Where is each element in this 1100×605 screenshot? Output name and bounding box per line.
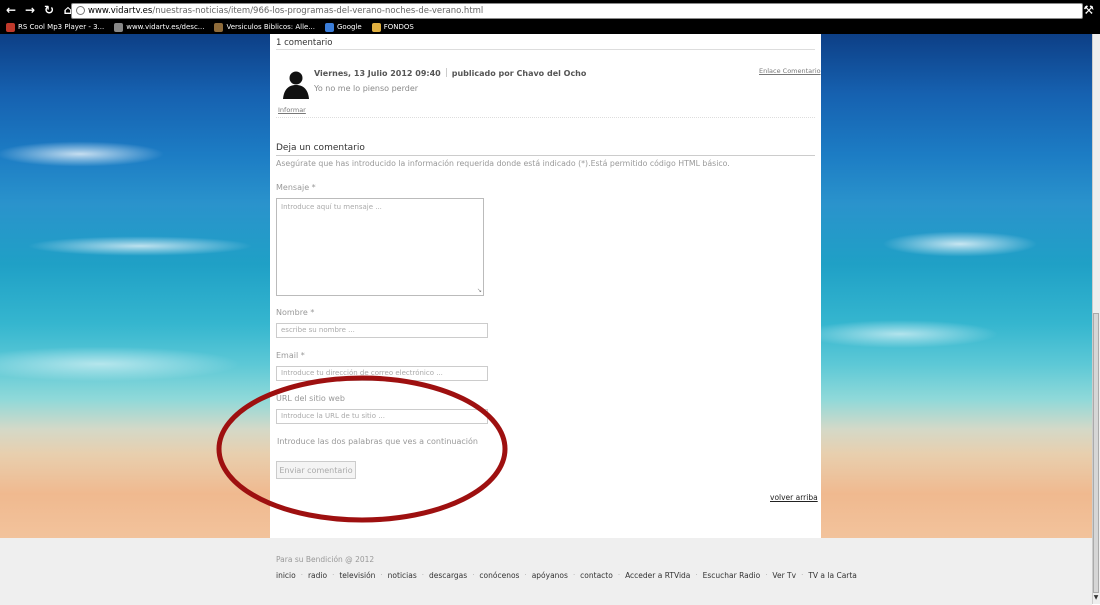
nav-separator: · [421, 571, 424, 579]
comment-text: Yo no me lo pienso perder [314, 84, 419, 93]
bookmark-label: Google [337, 23, 362, 31]
nav-separator: · [332, 571, 335, 579]
message-label: Mensaje * [276, 183, 316, 192]
name-label: Nombre * [276, 308, 315, 317]
footer-nav-item[interactable]: descargas [429, 571, 467, 580]
copyright: Para su Bendición @ 2012 [276, 555, 375, 564]
footer-nav-item[interactable]: Ver Tv [772, 571, 796, 580]
footer-nav-item[interactable]: Acceder a RTVida [625, 571, 690, 580]
bookmark-item[interactable]: RS Cool Mp3 Player - 3... [6, 22, 105, 32]
bookmark-item[interactable]: FONDOS [371, 22, 414, 32]
scroll-down-arrow-icon[interactable]: ▼ [1093, 594, 1099, 602]
footer-nav: inicio · radio · televisión · noticias · descarg… [276, 571, 857, 580]
scrollbar-thumb[interactable] [1093, 313, 1099, 593]
bookmark-label: Versiculos Biblicos: Alle... [226, 23, 315, 31]
comment-author-prefix: publicado por [451, 69, 514, 78]
footer-nav-item[interactable]: noticias [388, 571, 417, 580]
nav-separator: · [801, 571, 804, 579]
nav-separator: · [380, 571, 383, 579]
comment-meta: Viernes, 13 Julio 2012 09:40 publicado po… [314, 68, 586, 78]
url-label: URL del sitio web [276, 394, 345, 403]
report-link[interactable]: Informar [278, 106, 306, 114]
name-input[interactable]: escribe su nombre ... [276, 323, 488, 338]
footer-nav-item[interactable]: inicio [276, 571, 296, 580]
bookmark-item[interactable]: www.vidartv.es/desc... [114, 22, 205, 32]
bookmark-star-icon[interactable]: ☆ [1067, 3, 1078, 17]
bookmarks-bar: RS Cool Mp3 Player - 3... www.vidartv.es/… [0, 20, 1100, 34]
divider [276, 49, 815, 50]
address-bar[interactable]: www.vidartv.es/nuestras-noticias/item/96… [71, 3, 1083, 19]
bookmark-favicon-icon [371, 22, 381, 32]
nav-separator: · [695, 571, 698, 579]
comments-heading: 1 comentario [276, 38, 333, 48]
footer-nav-item[interactable]: TV a la Carta [808, 571, 857, 580]
url-input[interactable]: Introduce la URL de tu sitio ... [276, 409, 488, 424]
comment-permalink[interactable]: Enlace Comentario [759, 67, 821, 75]
nav-separator: · [300, 571, 303, 579]
forward-arrow-icon[interactable]: → [22, 2, 38, 18]
form-notice: Asegúrate que has introducido la informa… [276, 159, 730, 168]
email-label: Email * [276, 351, 305, 360]
captcha-note: Introduce las dos palabras que ves a con… [277, 437, 478, 446]
bookmark-item[interactable]: Versiculos Biblicos: Alle... [214, 22, 315, 32]
url-path: /nuestras-noticias/item/966-los-programa… [152, 6, 484, 16]
reload-icon[interactable]: ↻ [41, 2, 57, 18]
bookmark-favicon-icon [325, 22, 334, 32]
url-host: www.vidartv.es [88, 6, 153, 16]
nav-separator: · [524, 571, 527, 579]
form-title: Deja un comentario [276, 143, 365, 153]
footer-nav-item[interactable]: contacto [580, 571, 613, 580]
message-textarea[interactable]: Introduce aquí tu mensaje ... ↘ [276, 198, 484, 296]
email-input[interactable]: Introduce tu dirección de correo electró… [276, 366, 488, 381]
divider [276, 117, 815, 118]
bookmark-label: www.vidartv.es/desc... [126, 23, 205, 31]
bookmark-favicon-icon [114, 22, 124, 32]
message-placeholder: Introduce aquí tu mensaje ... [281, 203, 382, 211]
nav-separator: · [572, 571, 576, 579]
wrench-icon[interactable]: ⚒ [1083, 3, 1094, 17]
avatar [283, 71, 309, 99]
footer-nav-item[interactable]: Escuchar Radio [703, 571, 761, 580]
submit-comment-button[interactable]: Enviar comentario [276, 461, 356, 479]
bookmark-label: RS Cool Mp3 Player - 3... [18, 23, 105, 31]
footer-nav-item[interactable]: apóyanos [532, 571, 568, 580]
nav-separator: · [617, 571, 621, 579]
divider [276, 155, 815, 156]
globe-icon [76, 6, 85, 15]
footer-nav-item[interactable]: conócenos [479, 571, 519, 580]
bookmark-label: FONDOS [383, 23, 414, 31]
bookmark-item[interactable]: Google [325, 22, 362, 32]
back-arrow-icon[interactable]: ← [3, 2, 19, 18]
separator [445, 68, 447, 77]
back-to-top-link[interactable]: volver arriba [770, 493, 818, 502]
nav-separator: · [472, 571, 475, 579]
resize-grip-icon[interactable]: ↘ [477, 288, 482, 294]
comment-author: Chavo del Ocho [516, 69, 587, 78]
footer-nav-item[interactable]: radio [308, 571, 327, 580]
footer-nav-item[interactable]: televisión [339, 571, 375, 580]
bookmark-favicon-icon [6, 22, 15, 32]
bookmark-favicon-icon [214, 22, 224, 32]
nav-separator: · [765, 571, 768, 579]
comment-date: Viernes, 13 Julio 2012 09:40 [314, 69, 441, 78]
